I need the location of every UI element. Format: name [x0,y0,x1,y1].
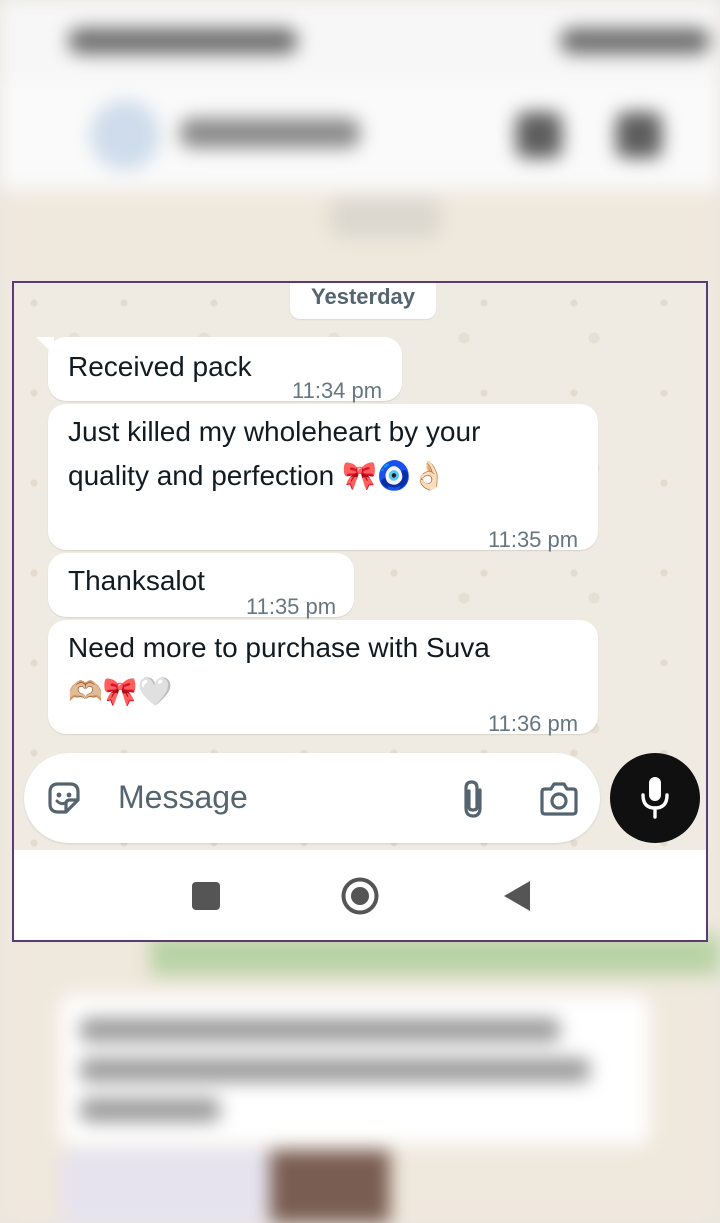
recents-square-icon[interactable] [192,882,220,910]
chat-area[interactable]: Yesterday Received pack 11:34 pm Just ki… [14,283,706,850]
message-bubble[interactable]: Received pack 11:34 pm [36,337,402,403]
paperclip-icon[interactable] [458,778,488,820]
bubble-tail [36,337,54,355]
message-text: quality and perfection 🎀🧿👌🏻 [68,460,447,491]
message-composer[interactable]: Message [24,753,600,843]
message-time: 11:36 pm [488,711,579,736]
bg-chat-header [0,80,720,190]
back-triangle-icon[interactable] [502,879,532,913]
sticker-icon[interactable] [44,778,84,818]
message-input[interactable]: Message [118,779,248,816]
voice-message-button[interactable] [610,753,700,843]
message-text: 🫶🏼🎀🤍 [68,676,173,707]
system-navigation-bar [14,850,706,940]
chat-screenshot-panel: Yesterday Received pack 11:34 pm Just ki… [12,281,708,942]
message-text: Need more to purchase with Suva [68,632,490,663]
message-text: Thanksalot [68,565,205,596]
bg-image-thumb [270,1150,390,1223]
message-bubble[interactable]: Just killed my wholeheart by your qualit… [48,404,598,552]
date-divider: Yesterday [290,283,436,319]
bg-text-line [80,1058,590,1082]
message-text: Just killed my wholeheart by your [68,416,481,447]
bg-date-chip [330,198,440,238]
bg-text-line [80,1098,220,1122]
message-text: Received pack [68,351,252,382]
message-time: 11:35 pm [488,527,579,552]
bg-status-bar [0,0,720,90]
home-circle-icon[interactable] [340,876,380,916]
bg-text-line [80,1018,560,1042]
message-bubble[interactable]: Thanksalot 11:35 pm [48,553,354,619]
microphone-icon [641,777,669,819]
camera-icon[interactable] [538,780,580,818]
message-bubble[interactable]: Need more to purchase with Suva 🫶🏼🎀🤍 11:… [48,620,598,736]
